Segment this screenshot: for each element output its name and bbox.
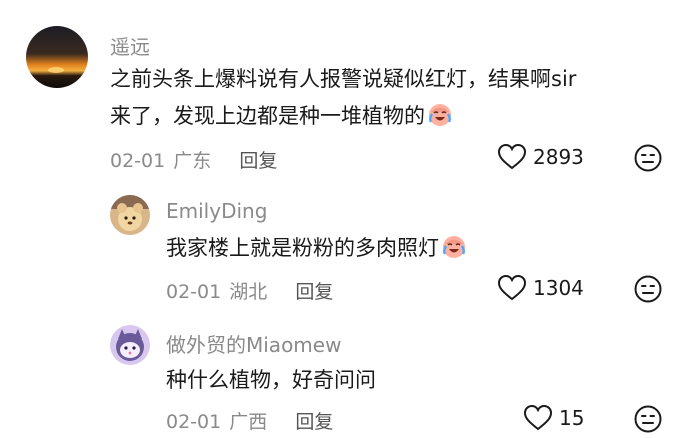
comment-date: 02-01 [110,150,166,172]
neutral-face-icon[interactable] [633,274,663,308]
comment-date: 02-01 [166,281,222,303]
username[interactable]: EmilyDing [166,199,267,223]
laughing-crying-face-emoji [441,233,467,271]
comment-text-line: 之前头条上爆料说有人报警说疑似红灯，结果啊sir [110,67,577,91]
comment-meta: 02-01 湖北 回复 [166,277,333,304]
avatar[interactable] [110,325,150,365]
like-button[interactable]: 15 [523,404,584,432]
comment-date: 02-01 [166,411,222,433]
comment-text-line: 来了，发现上边都是种一堆植物的 [110,98,576,139]
heart-outline-icon [497,143,527,170]
reply-item: EmilyDing 我家楼上就是粉粉的多肉照灯 02-01 湖北 回复 1304 [0,185,690,315]
username[interactable]: 做外贸的Miaomew [166,329,341,358]
avatar[interactable] [26,26,88,88]
like-count: 1304 [533,276,584,300]
heart-outline-icon [497,274,527,301]
reply-button[interactable]: 回复 [239,150,277,172]
comment-location: 广西 [229,411,268,433]
comment-text: 种什么植物，好奇问问 [166,368,376,392]
like-count: 15 [559,406,585,430]
comment-meta: 02-01 广东 回复 [110,146,277,173]
reply-item: 做外贸的Miaomew 种什么植物，好奇问问 02-01 广西 回复 15 [0,315,690,433]
like-button[interactable]: 1304 [497,274,584,302]
neutral-face-icon[interactable] [633,404,663,438]
laughing-crying-face-emoji [427,101,453,139]
username[interactable]: 遥远 [110,31,150,60]
reply-button[interactable]: 回复 [295,281,333,303]
neutral-face-icon[interactable] [633,143,663,177]
heart-outline-icon [523,404,553,431]
like-count: 2893 [533,145,584,169]
like-button[interactable]: 2893 [497,143,584,171]
comment-item: 遥远 之前头条上爆料说有人报警说疑似红灯，结果啊sir 来了，发现上边都是种一堆… [0,0,690,185]
avatar[interactable] [110,195,150,235]
reply-button[interactable]: 回复 [295,411,333,433]
comment-location: 湖北 [229,281,268,303]
comment-location: 广东 [173,150,212,172]
comment-text: 我家楼上就是粉粉的多肉照灯 [166,230,467,271]
comment-text-segment: 我家楼上就是粉粉的多肉照灯 [166,236,439,260]
comment-text: 之前头条上爆料说有人报警说疑似红灯，结果啊sir 来了，发现上边都是种一堆植物的 [110,61,576,139]
comment-text-segment: 来了，发现上边都是种一堆植物的 [110,104,425,128]
comment-meta: 02-01 广西 回复 [166,407,333,434]
